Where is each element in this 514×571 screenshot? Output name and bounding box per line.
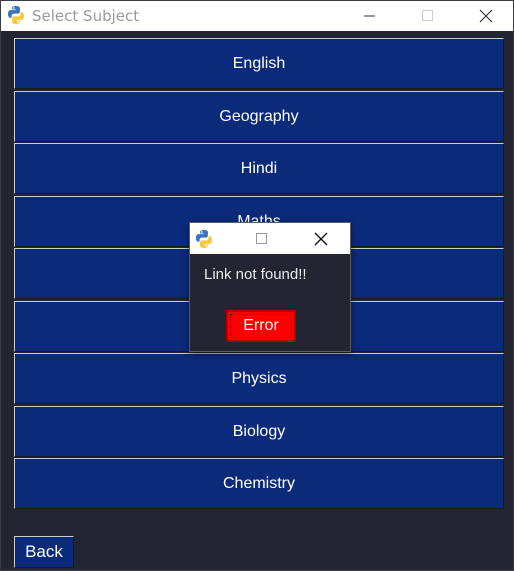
back-button[interactable]: Back xyxy=(14,536,74,568)
subject-button-biology[interactable]: Biology xyxy=(14,405,504,457)
subject-button-physics[interactable]: Physics xyxy=(14,353,504,404)
dialog-maximize-button[interactable] xyxy=(242,223,282,254)
subject-button-geography[interactable]: Geography xyxy=(14,90,504,142)
close-button[interactable] xyxy=(463,1,509,31)
python-icon xyxy=(196,230,212,248)
error-dialog: Link not found!! Error xyxy=(189,222,351,352)
minimize-button[interactable] xyxy=(347,1,393,31)
maximize-button[interactable] xyxy=(405,1,451,31)
maximize-icon xyxy=(422,10,433,21)
maximize-icon xyxy=(256,232,267,244)
dialog-message: Link not found!! xyxy=(204,266,307,283)
minimize-icon xyxy=(364,15,375,17)
python-icon xyxy=(8,6,24,24)
error-button[interactable]: Error xyxy=(226,310,296,342)
subject-button-english[interactable]: English xyxy=(14,38,504,89)
window-title: Select Subject xyxy=(32,7,140,25)
subject-button-hindi[interactable]: Hindi xyxy=(14,143,504,194)
main-window: Select Subject English Geography Hindi M… xyxy=(0,0,514,571)
close-icon xyxy=(314,232,328,245)
dialog-close-button[interactable] xyxy=(301,223,341,254)
close-icon xyxy=(479,9,493,23)
dialog-titlebar[interactable] xyxy=(190,223,350,254)
subject-button-chemistry[interactable]: Chemistry xyxy=(14,458,504,509)
window-titlebar[interactable]: Select Subject xyxy=(1,1,513,31)
